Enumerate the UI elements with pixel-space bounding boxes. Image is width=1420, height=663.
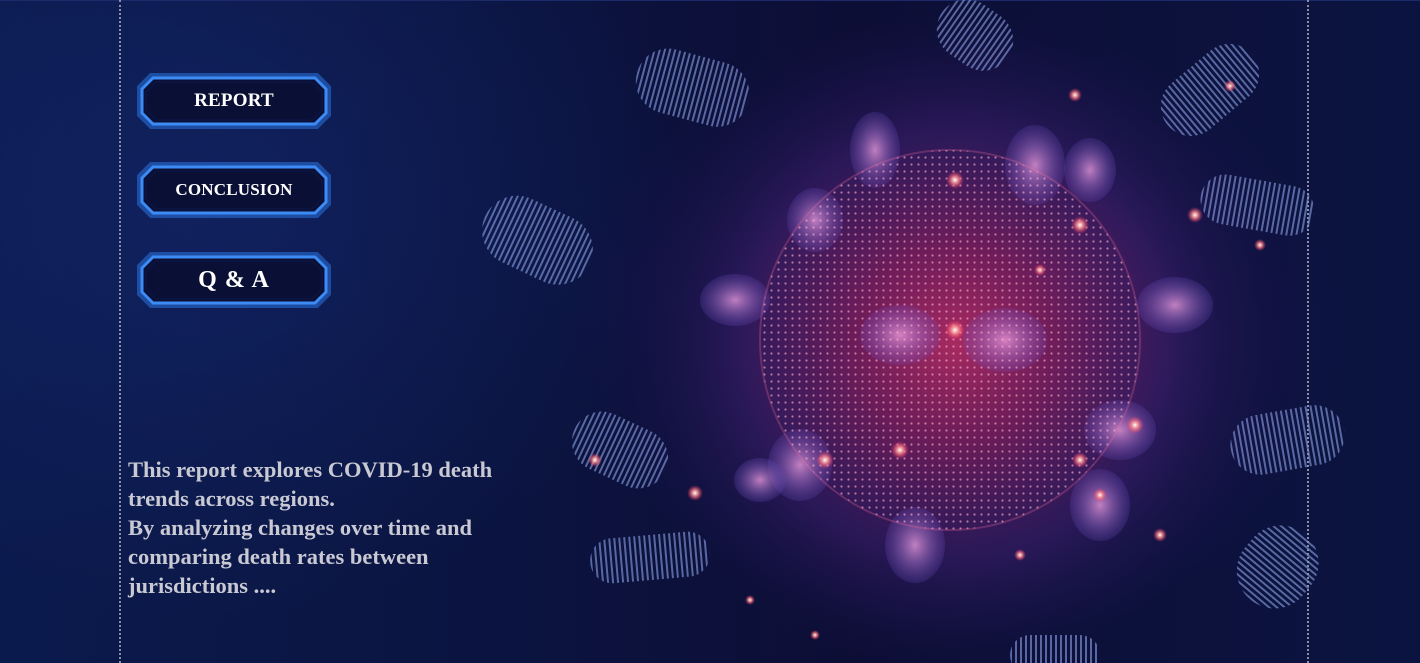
intro-text: This report explores COVID-19 death tren… — [128, 455, 548, 600]
qa-button[interactable]: Q & A — [137, 252, 331, 308]
intro-line-1: This report explores COVID-19 death tren… — [128, 457, 493, 511]
qa-button-label: Q & A — [198, 266, 270, 293]
coronavirus-illustration-icon — [482, 0, 1345, 663]
right-guide-line — [1307, 0, 1309, 663]
conclusion-button-label: CONCLUSION — [175, 180, 293, 199]
report-button[interactable]: REPORT — [137, 73, 331, 129]
intro-line-2: By analyzing changes over time and compa… — [128, 515, 472, 598]
report-button-label: REPORT — [194, 90, 274, 111]
left-guide-line — [119, 0, 121, 663]
conclusion-button[interactable]: CONCLUSION — [137, 162, 331, 218]
landing-page: REPORT CONCLUSION Q & A This report expl… — [0, 0, 1420, 663]
